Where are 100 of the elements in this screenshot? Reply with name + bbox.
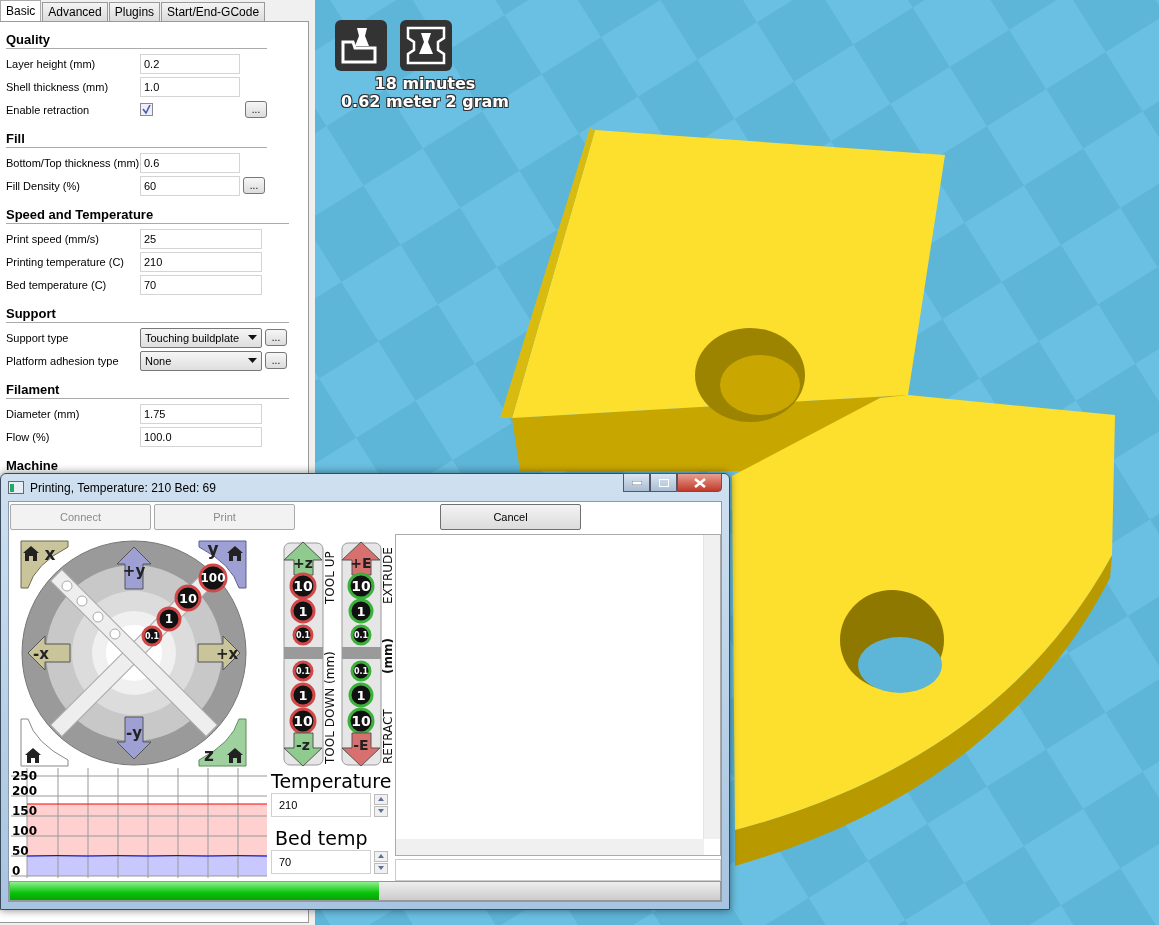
maximize-icon xyxy=(658,478,669,487)
spin-up-button[interactable] xyxy=(374,850,388,862)
axis-tick-label: 200 xyxy=(12,784,38,798)
home-icon xyxy=(25,748,41,763)
input-field[interactable]: 25 xyxy=(140,228,262,249)
bed-temp-field[interactable]: 70 xyxy=(271,850,371,874)
section-title: Filament xyxy=(6,382,289,399)
more-button[interactable]: ... xyxy=(265,352,287,369)
step-button[interactable]: 0.1 xyxy=(292,660,314,682)
jog-arrow-button[interactable]: +x xyxy=(197,635,241,671)
field-label: Shell thickness (mm) xyxy=(6,80,110,93)
input-field[interactable]: 70 xyxy=(140,274,262,295)
jog-arrow-button[interactable]: +E xyxy=(341,541,381,576)
axis-label: EXTRUDE xyxy=(381,547,393,604)
tab[interactable]: Advanced xyxy=(42,2,108,21)
axis-tick-label: 0 xyxy=(12,864,21,878)
axis-label: TOOL DOWN (mm) xyxy=(323,651,337,764)
step-button[interactable]: 0.1 xyxy=(141,625,163,647)
step-button[interactable]: 1 xyxy=(348,682,374,708)
jog-arrow-button[interactable]: +z xyxy=(283,541,323,576)
field-label: Diameter (mm) xyxy=(6,407,81,420)
temperature-field[interactable]: 210 xyxy=(271,793,371,817)
axis-label: RETRACT xyxy=(381,709,393,764)
caret-down-icon xyxy=(378,809,384,813)
tab[interactable]: Basic xyxy=(0,0,42,21)
close-button[interactable] xyxy=(677,473,722,492)
spin-down-button[interactable] xyxy=(374,862,388,874)
step-button[interactable]: 10 xyxy=(174,584,202,612)
step-button[interactable]: 10 xyxy=(347,572,375,600)
step-button[interactable]: 0.1 xyxy=(350,624,372,646)
home-axis-button[interactable]: x xyxy=(20,540,69,589)
home-all-button[interactable] xyxy=(20,718,69,767)
field-label: Bottom/Top thickness (mm) xyxy=(6,156,140,169)
home-axis-button[interactable]: z xyxy=(198,718,247,767)
field-label: Layer height (mm) xyxy=(6,57,97,70)
step-button[interactable]: 0.1 xyxy=(292,624,314,646)
step-button[interactable]: 1 xyxy=(290,682,316,708)
folder-icon[interactable] xyxy=(335,20,387,71)
horizontal-scrollbar[interactable] xyxy=(396,839,704,855)
jog-arrow-button[interactable]: -x xyxy=(27,635,71,671)
section-title: Support xyxy=(6,306,289,323)
input-field[interactable]: 60 xyxy=(140,175,240,196)
field-label: Bed temperature (C) xyxy=(6,278,108,291)
step-button[interactable]: 1 xyxy=(348,598,374,624)
input-field[interactable]: 1.75 xyxy=(140,403,262,424)
tab[interactable]: Start/End-GCode xyxy=(161,2,266,21)
check-icon xyxy=(142,105,151,114)
print-time-text: 18 minutes xyxy=(374,75,476,93)
axis-label: (mm) xyxy=(381,638,393,674)
caret-down-icon xyxy=(378,866,384,870)
maximize-button[interactable] xyxy=(650,473,677,492)
input-field[interactable]: 0.6 xyxy=(140,152,240,173)
axis-tick-label: 150 xyxy=(12,804,38,818)
input-field[interactable]: 1.0 xyxy=(140,76,240,97)
more-button[interactable]: ... xyxy=(243,177,265,194)
material-usage-text: 0.62 meter 2 gram xyxy=(340,93,509,111)
step-button[interactable]: 10 xyxy=(289,707,317,735)
framed-cup-icon[interactable] xyxy=(400,20,452,71)
minimize-icon xyxy=(631,480,642,485)
more-button[interactable]: ... xyxy=(245,101,267,118)
jog-arrow-button[interactable]: +y xyxy=(116,546,152,590)
axis-tick-label: 50 xyxy=(12,844,29,858)
field-label: Print speed (mm/s) xyxy=(6,232,100,245)
step-button[interactable]: 1 xyxy=(290,598,316,624)
input-field[interactable]: 100.0 xyxy=(140,426,262,447)
close-icon xyxy=(693,477,706,488)
caret-up-icon xyxy=(378,854,384,858)
step-button[interactable]: 10 xyxy=(289,572,317,600)
section-title: Fill xyxy=(6,131,267,148)
dialog-button[interactable]: Cancel xyxy=(440,504,581,530)
dropdown[interactable]: None xyxy=(140,350,262,371)
tab[interactable]: Plugins xyxy=(108,2,161,21)
field-label: Flow (%) xyxy=(6,430,51,443)
step-button[interactable]: 10 xyxy=(347,707,375,735)
window-icon xyxy=(8,481,24,494)
jog-arrow-button[interactable]: -y xyxy=(116,716,152,760)
window-title: Printing, Temperature: 210 Bed: 69 xyxy=(30,480,216,495)
axis-tick-label: 250 xyxy=(12,769,38,783)
input-field[interactable]: 210 xyxy=(140,251,262,272)
checkbox[interactable] xyxy=(140,103,153,116)
jog-arrow-button[interactable]: -z xyxy=(283,732,323,767)
spin-up-button[interactable] xyxy=(374,793,388,805)
input-field[interactable]: 0.2 xyxy=(140,53,240,74)
caret-icon xyxy=(248,335,257,340)
spin-down-button[interactable] xyxy=(374,805,388,817)
field-label: Platform adhesion type xyxy=(6,354,120,367)
step-button[interactable]: 1 xyxy=(156,606,182,632)
jog-arrow-button[interactable]: -E xyxy=(341,732,381,767)
section-title: Quality xyxy=(6,32,267,49)
minimize-button[interactable] xyxy=(623,473,650,492)
vertical-scrollbar[interactable] xyxy=(703,535,720,839)
step-button[interactable]: 0.1 xyxy=(350,660,372,682)
field-label: Enable retraction xyxy=(6,103,91,116)
field-label: Support type xyxy=(6,331,70,344)
bed-temp-label: Bed temp xyxy=(274,826,369,850)
dropdown[interactable]: Touching buildplate xyxy=(140,327,262,348)
step-button[interactable]: 100 xyxy=(198,563,228,593)
hole-row-drawing xyxy=(61,580,121,640)
more-button[interactable]: ... xyxy=(265,329,287,346)
command-field[interactable] xyxy=(395,859,721,881)
